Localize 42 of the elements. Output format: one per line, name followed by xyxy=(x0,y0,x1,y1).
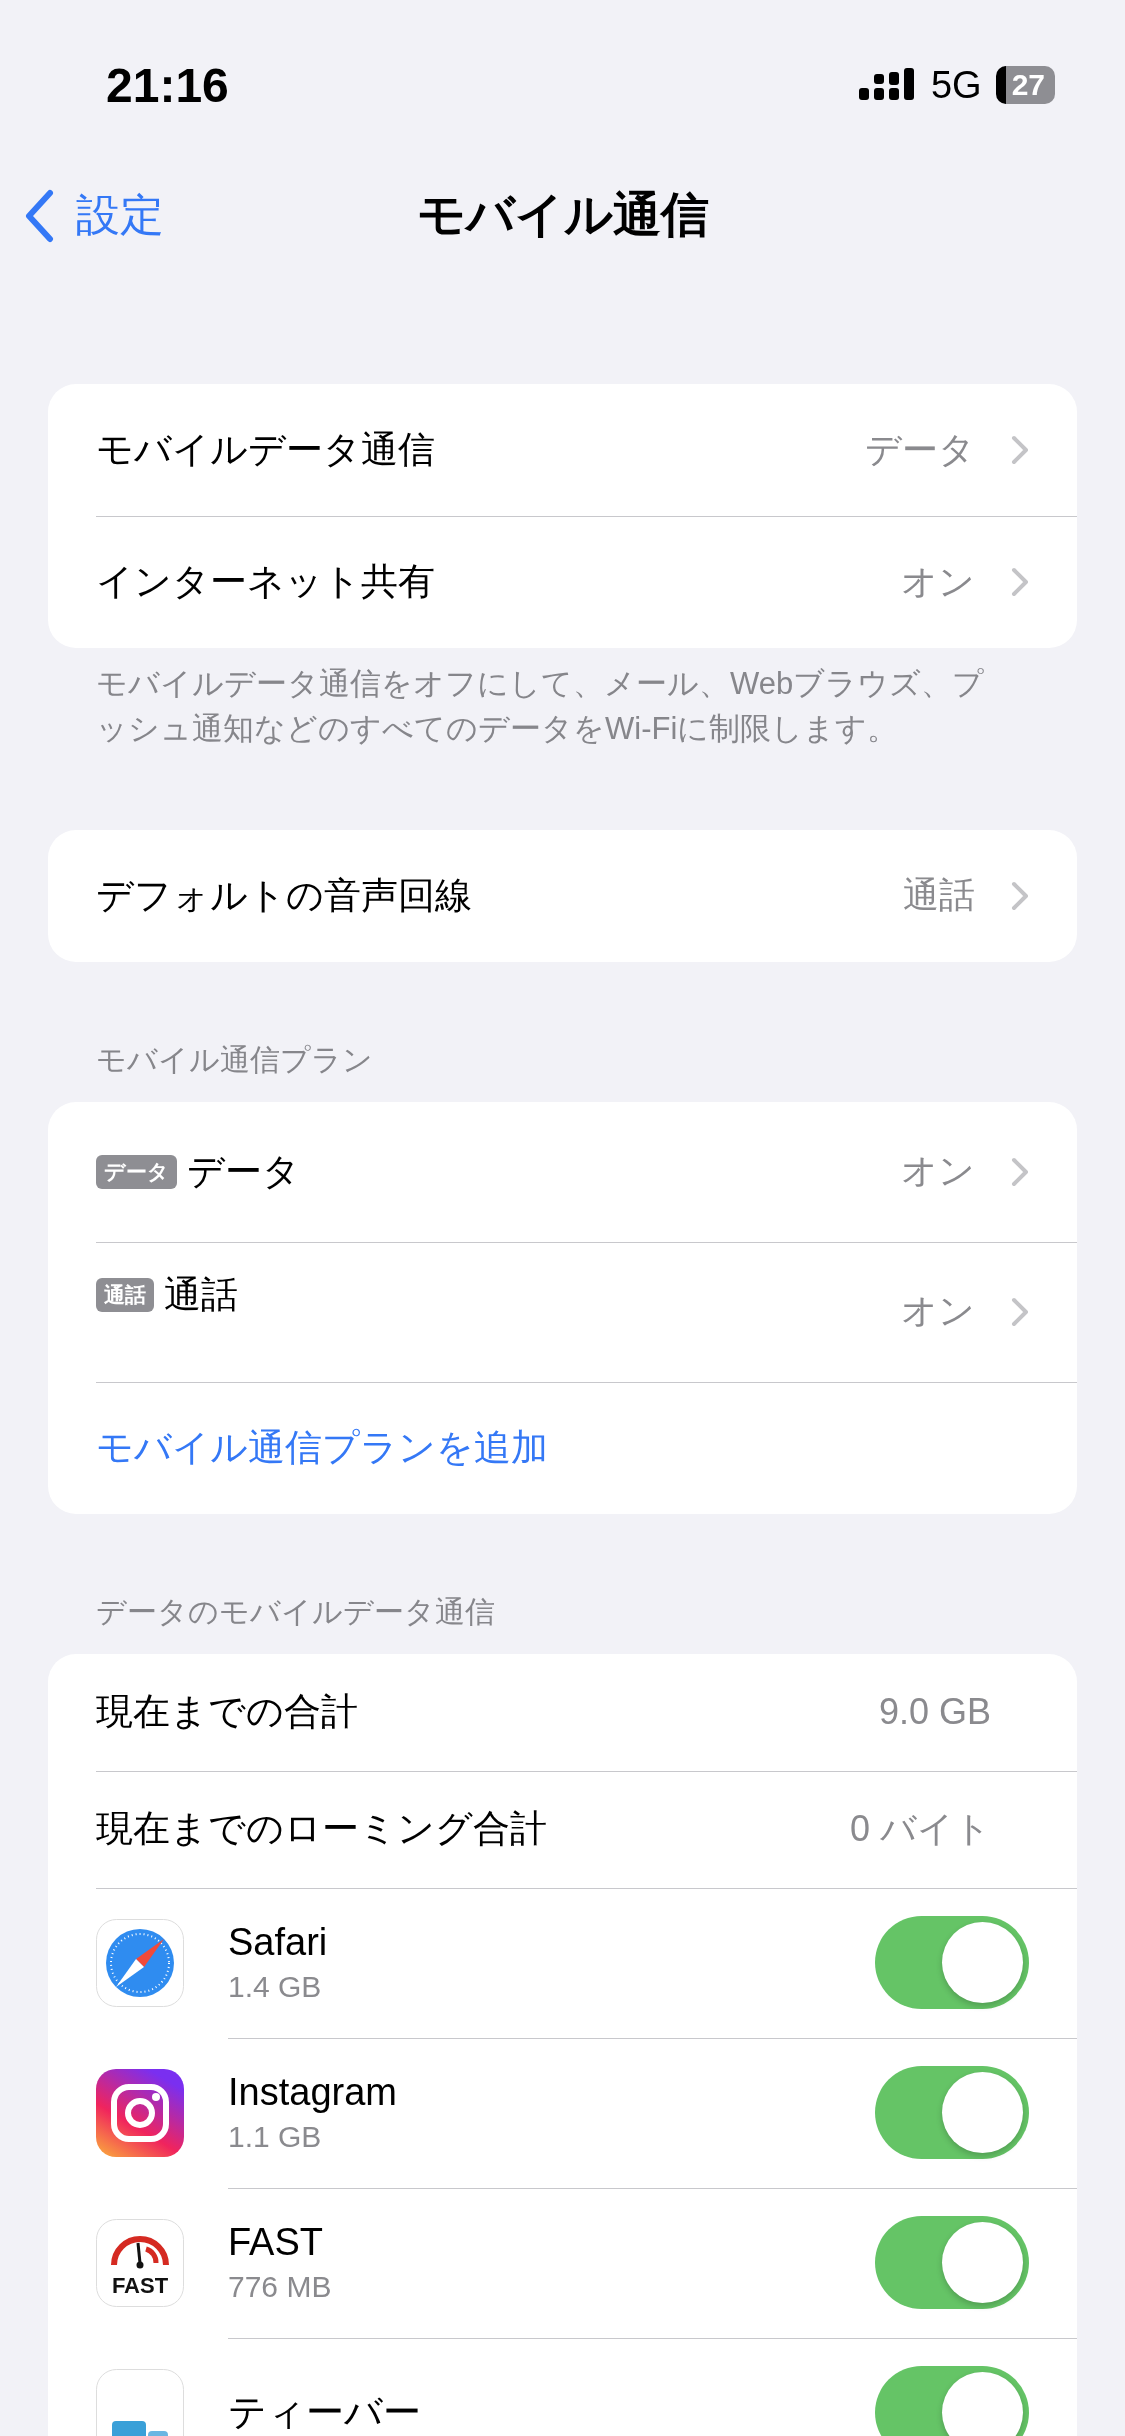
plan-tag: データ xyxy=(96,1154,177,1189)
compass-icon xyxy=(96,1918,184,2007)
signal-icon xyxy=(858,68,917,102)
back-button[interactable]: 設定 xyxy=(24,186,164,245)
toggle-switch[interactable] xyxy=(875,2366,1029,2436)
app-usage: 1.1 GB xyxy=(228,2120,323,2155)
camera-icon xyxy=(96,2068,184,2157)
app-name: Safari xyxy=(228,1921,329,1965)
stat-value: 0 バイト xyxy=(849,1806,991,1851)
app-usage: 1.4 GB xyxy=(228,1970,323,2005)
app-name: ティーバー xyxy=(228,2390,422,2436)
stat-label: 現在までの合計 xyxy=(96,1690,359,1735)
plan-row[interactable]: 通話 通話 オン xyxy=(48,1241,1077,1382)
status-time: 21:16 xyxy=(106,57,229,113)
network-label: 5G xyxy=(930,63,982,107)
add-plan-link[interactable]: モバイル通信プランを追加 xyxy=(96,1422,548,1473)
section-header: モバイル通信プラン xyxy=(95,1041,374,1078)
plan-status: オン xyxy=(901,1289,975,1334)
chevron-icon xyxy=(1011,1296,1029,1327)
back-chevron-icon xyxy=(24,188,54,243)
plan-row[interactable]: データ データ オン xyxy=(48,1101,1077,1242)
app-name: Instagram xyxy=(228,2071,398,2115)
battery-icon: 27 xyxy=(995,66,1055,104)
section-footer: モバイルデータ通信をオフにして、メール、Webブラウズ、プッシュ通知などのすべてのデータをWi-Fiに制限します。 xyxy=(48,648,1077,752)
plan-tag: 通話 xyxy=(96,1277,154,1312)
settings-row[interactable]: モバイルデータ通信 データ xyxy=(48,384,1077,516)
chevron-icon xyxy=(1011,567,1029,597)
chevron-icon xyxy=(1011,1156,1029,1187)
chevron-icon xyxy=(1011,435,1029,465)
app-usage: 776 MB xyxy=(228,2270,333,2305)
app-name: FAST xyxy=(228,2221,325,2265)
settings-row[interactable]: デフォルトの音声回線 通話 xyxy=(48,829,1077,962)
stat-value: 9.0 GB xyxy=(878,1691,991,1734)
plan-label: 通話 xyxy=(164,1272,239,1317)
stat-label: 現在までのローミング合計 xyxy=(96,1807,548,1852)
section-header: データのモバイルデータ通信 xyxy=(95,1593,496,1630)
speed-gauge-icon: FAST xyxy=(96,2218,184,2307)
settings-row[interactable]: インターネット共有 オン xyxy=(48,516,1077,648)
plan-status: オン xyxy=(901,1149,975,1194)
chevron-icon xyxy=(1011,880,1029,911)
plan-label: データ xyxy=(187,1149,301,1194)
screen-title: モバイル通信 xyxy=(416,187,709,243)
